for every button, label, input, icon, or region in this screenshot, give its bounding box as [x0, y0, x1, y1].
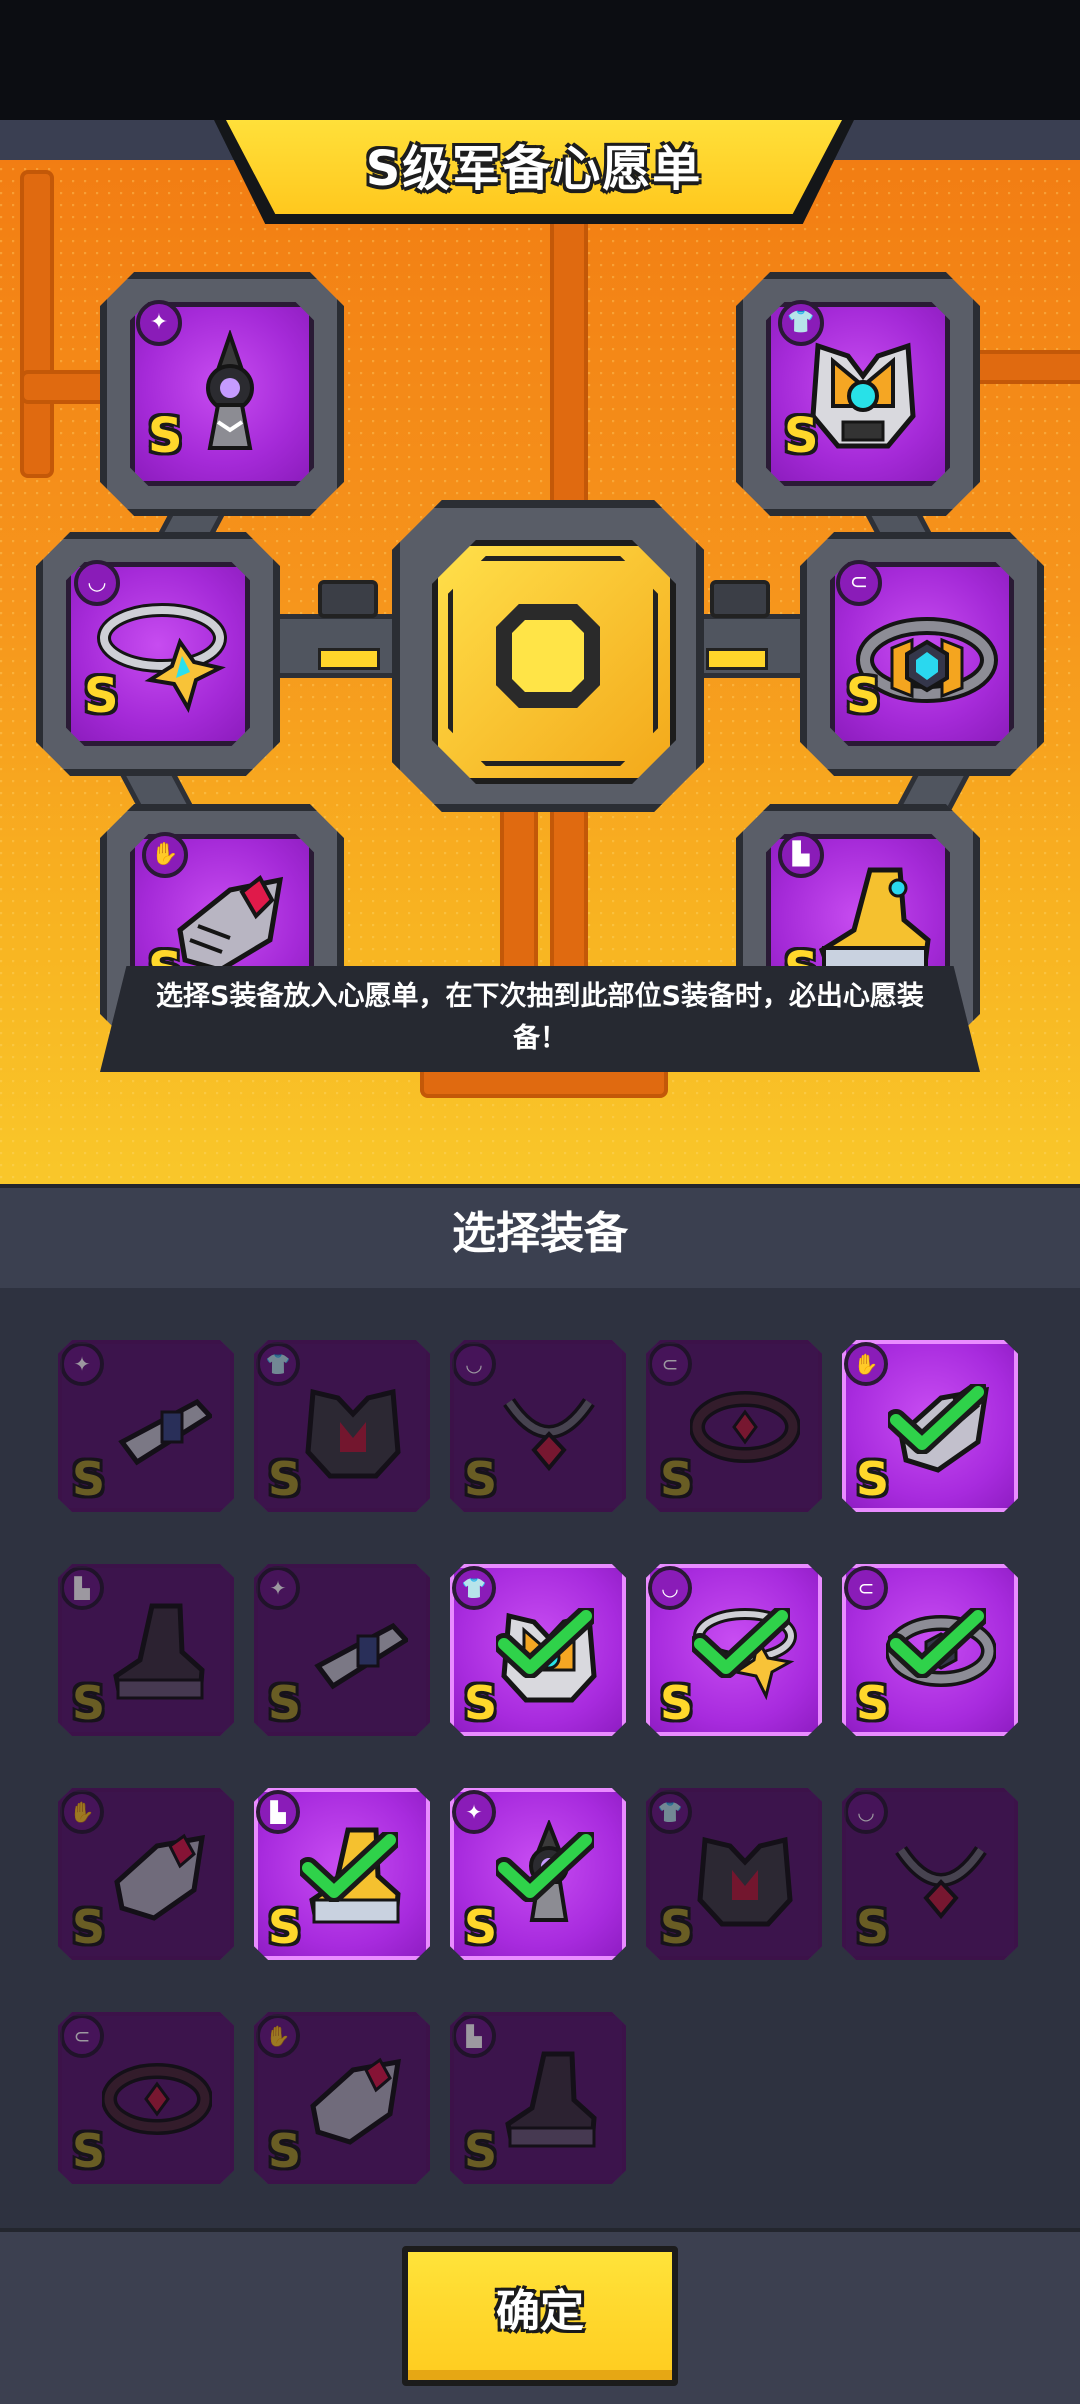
- equipment-card-belt[interactable]: ⊂ S: [842, 1564, 1018, 1736]
- rank-badge: S: [464, 2124, 498, 2178]
- rank-badge: S: [268, 1900, 302, 1954]
- rank-badge: S: [464, 1676, 498, 1730]
- rank-badge: S: [148, 408, 183, 464]
- checkmark-icon: [496, 1608, 594, 1678]
- rank-badge: S: [72, 1676, 106, 1730]
- equipment-card-weapon[interactable]: ✦ S: [254, 1564, 430, 1736]
- wishlist-panel: ✦ S 👕 S ◡ S ⊂ S ✋ ▙ 选择S装备放入心愿单，在下次抽到此部位S…: [0, 120, 1080, 1184]
- rank-badge: S: [660, 1676, 694, 1730]
- dagger-icon: ✦: [452, 1790, 496, 1834]
- necklace-art: [895, 1845, 987, 1920]
- confirm-button[interactable]: [402, 2246, 678, 2386]
- rank-badge: S: [72, 2124, 106, 2178]
- status-bar: [0, 0, 1080, 120]
- equipment-card-armor[interactable]: 👕 S: [646, 1788, 822, 1960]
- equipment-card-gloves[interactable]: ✋ S: [842, 1340, 1018, 1512]
- gloves-art: [114, 1833, 206, 1921]
- rank-badge: S: [856, 1676, 890, 1730]
- equipment-card-boots[interactable]: ▙ S: [254, 1788, 430, 1960]
- checkmark-icon: [888, 1608, 986, 1678]
- rank-badge: S: [856, 1452, 890, 1506]
- connector-indicator: [318, 648, 380, 670]
- shirt-icon: 👕: [648, 1790, 692, 1834]
- rank-badge: S: [268, 2124, 302, 2178]
- connector-knob: [318, 580, 378, 618]
- hint-text: 选择S装备放入心愿单，在下次抽到此部位S装备时，必出心愿装备！: [156, 981, 924, 1054]
- equipment-card-weapon[interactable]: ✦ S: [58, 1340, 234, 1512]
- rank-badge: S: [464, 1452, 498, 1506]
- dagger-icon: ✦: [60, 1342, 104, 1386]
- rank-badge: S: [72, 1452, 106, 1506]
- belt-icon: ⊂: [60, 2014, 104, 2058]
- equipment-card-gloves[interactable]: ✋ S: [58, 1788, 234, 1960]
- belt-icon: ⊂: [844, 1566, 888, 1610]
- boots-art: [113, 1603, 205, 1700]
- belt-icon: ⊂: [648, 1342, 692, 1386]
- rank-badge: S: [268, 1452, 302, 1506]
- weapon-art: [118, 1398, 212, 1466]
- shirt-icon: 👕: [452, 1566, 496, 1610]
- necklace-icon: ◡: [648, 1566, 692, 1610]
- weapon-art: [314, 1622, 408, 1690]
- gloves-art: [310, 2057, 402, 2145]
- page-title: S级军备心愿单: [365, 141, 703, 197]
- rank-badge: S: [856, 1900, 890, 1954]
- boot-icon: ▙: [60, 1566, 104, 1610]
- rank-badge: S: [268, 1676, 302, 1730]
- rank-badge: S: [660, 1900, 694, 1954]
- rank-badge: S: [84, 668, 119, 724]
- necklace-icon: ◡: [452, 1342, 496, 1386]
- necklace-art: [503, 1397, 595, 1472]
- equipment-card-necklace[interactable]: ◡ S: [646, 1564, 822, 1736]
- equipment-card-armor[interactable]: 👕 S: [450, 1564, 626, 1736]
- checkmark-icon: [300, 1832, 398, 1902]
- checkmark-icon: [496, 1832, 594, 1902]
- glove-icon: ✋: [844, 1342, 888, 1386]
- equipment-card-boots[interactable]: ▙ S: [58, 1564, 234, 1736]
- rank-badge: S: [72, 1900, 106, 1954]
- shirt-icon: 👕: [256, 1342, 300, 1386]
- connector-indicator: [706, 648, 768, 670]
- necklace-icon: ◡: [844, 1790, 888, 1834]
- rank-badge: S: [784, 408, 819, 464]
- belt-art: [102, 2063, 212, 2135]
- checkmark-icon: [888, 1384, 986, 1454]
- equipment-card-weapon[interactable]: ✦ S: [450, 1788, 626, 1960]
- glove-icon: ✋: [256, 2014, 300, 2058]
- equipment-card-necklace[interactable]: ◡ S: [450, 1340, 626, 1512]
- connector-knob: [710, 580, 770, 618]
- rank-badge: S: [464, 1900, 498, 1954]
- boot-icon: ▙: [256, 1790, 300, 1834]
- equipment-card-belt[interactable]: ⊂ S: [646, 1340, 822, 1512]
- pipe-decoration: [20, 170, 54, 478]
- dagger-art: [206, 330, 254, 450]
- wishlist-center-core: [512, 620, 584, 692]
- equipment-card-gloves[interactable]: ✋ S: [254, 2012, 430, 2184]
- rank-badge: S: [660, 1452, 694, 1506]
- boot-icon: ▙: [452, 2014, 496, 2058]
- equipment-card-armor[interactable]: 👕 S: [254, 1340, 430, 1512]
- glove-icon: ✋: [60, 1790, 104, 1834]
- belt-art: [690, 1391, 800, 1463]
- rank-badge: S: [846, 668, 881, 724]
- select-title: 选择装备: [452, 1208, 628, 1259]
- checkmark-icon: [692, 1608, 790, 1678]
- dagger-icon: ✦: [256, 1566, 300, 1610]
- equipment-card-belt[interactable]: ⊂ S: [58, 2012, 234, 2184]
- armor-art: [305, 1388, 401, 1479]
- equipment-card-necklace[interactable]: ◡ S: [842, 1788, 1018, 1960]
- equipment-card-boots[interactable]: ▙ S: [450, 2012, 626, 2184]
- boots-art: [505, 2051, 597, 2148]
- armor-art: [697, 1836, 793, 1927]
